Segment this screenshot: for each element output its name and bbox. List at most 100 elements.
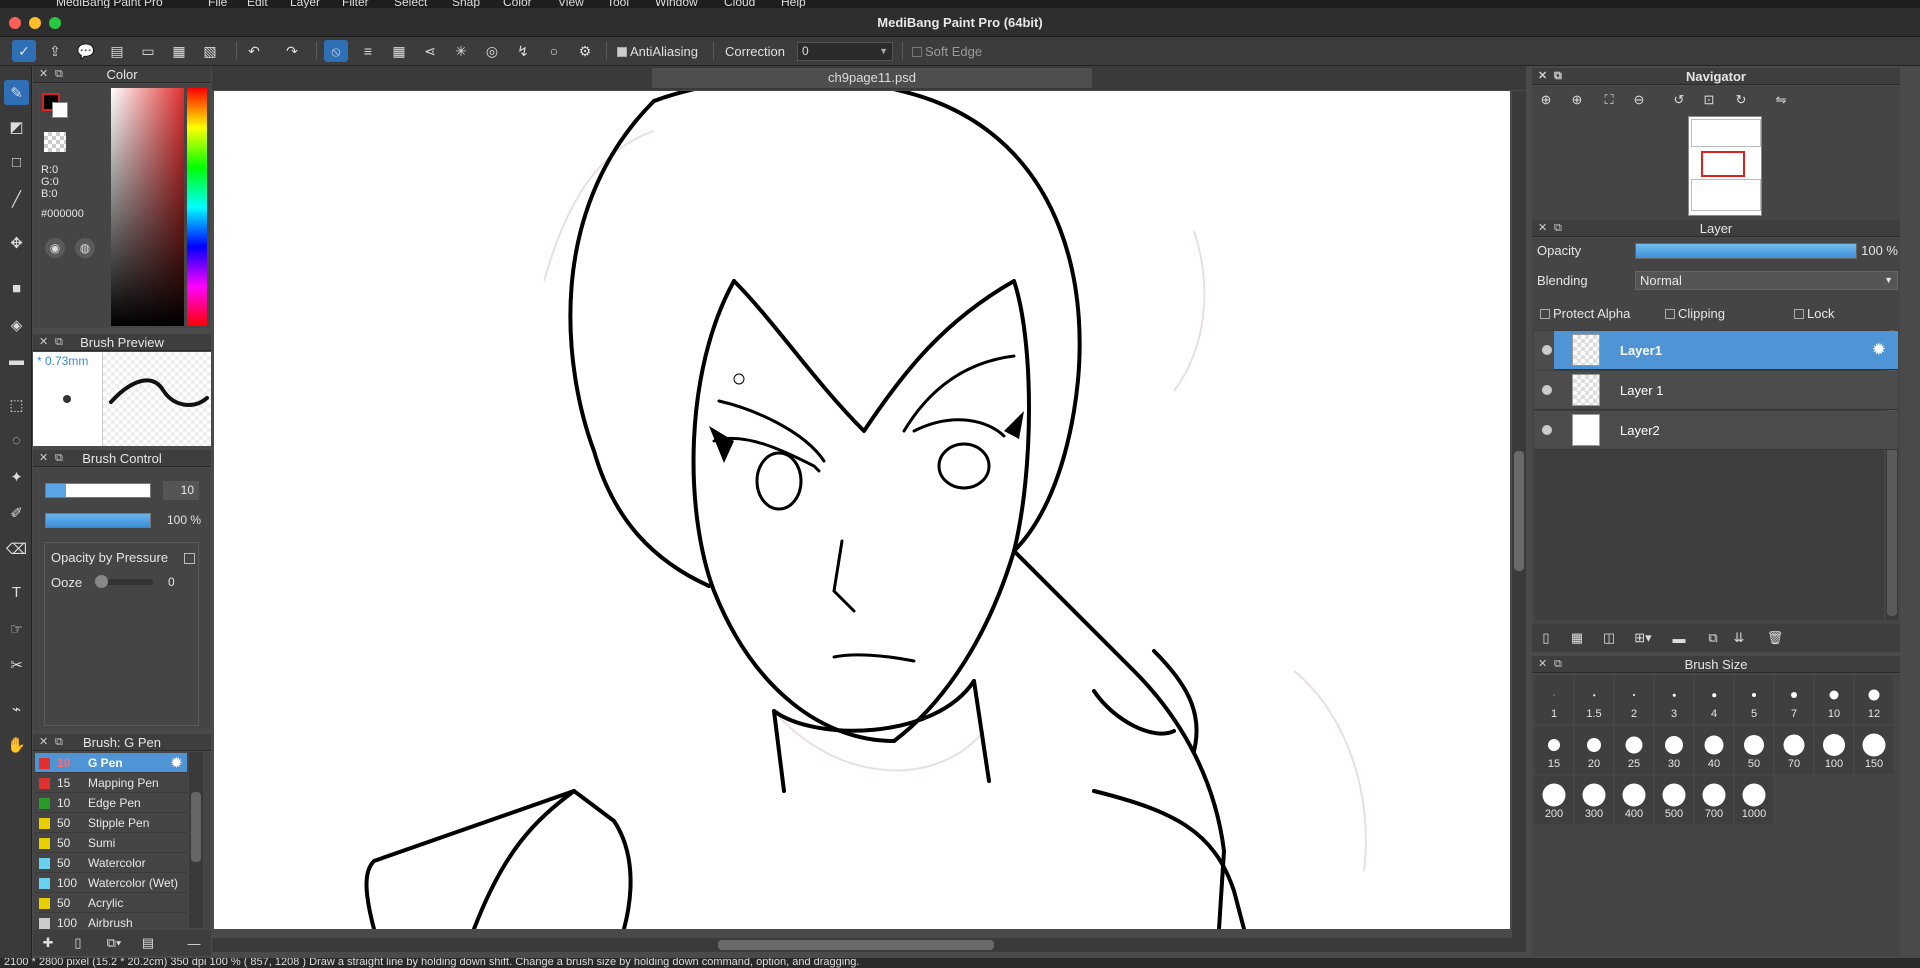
text-bubble-icon[interactable]: ▤ bbox=[105, 40, 129, 62]
concentric-snap-icon[interactable]: ◎ bbox=[480, 40, 504, 62]
menu-view[interactable]: View bbox=[558, 0, 584, 8]
menu-filter[interactable]: Filter bbox=[342, 0, 369, 8]
hue-slider[interactable] bbox=[187, 88, 207, 326]
new-halftone-layer-icon[interactable]: ▦ bbox=[1566, 627, 1588, 649]
popout-icon[interactable]: ⧉ bbox=[55, 66, 63, 83]
eyedropper-tool-icon[interactable]: ⌁ bbox=[4, 696, 29, 721]
brush-size-preset[interactable]: 30 bbox=[1655, 726, 1693, 774]
bucket-tool-icon[interactable]: ◈ bbox=[4, 312, 29, 337]
layer-row[interactable]: Layer1 ✹ bbox=[1534, 331, 1898, 370]
brush-import-icon[interactable]: ⧉▾ bbox=[99, 932, 129, 954]
duplicate-layer-icon[interactable]: ⧉ bbox=[1702, 627, 1724, 649]
brush-size-preset[interactable]: 200 bbox=[1535, 776, 1573, 824]
brush-size-preset[interactable]: 7 bbox=[1775, 676, 1813, 724]
menu-edit[interactable]: Edit bbox=[247, 0, 268, 8]
brush-size-preset[interactable]: 15 bbox=[1535, 726, 1573, 774]
brush-size-preset[interactable]: 1000 bbox=[1735, 776, 1773, 824]
brush-add-icon[interactable]: ✚ bbox=[37, 932, 59, 954]
speech-bubble-icon[interactable]: 💬 bbox=[74, 40, 98, 62]
divide-tool-icon[interactable]: ✂ bbox=[4, 652, 29, 677]
brush-size-preset[interactable]: 1.5 bbox=[1575, 676, 1613, 724]
brush-size-preset[interactable]: 100 bbox=[1815, 726, 1853, 774]
brush-size-slider[interactable] bbox=[45, 483, 151, 498]
grid-snap-icon[interactable]: ▦ bbox=[387, 40, 411, 62]
brush-size-preset[interactable]: 70 bbox=[1775, 726, 1813, 774]
layer-opacity-slider[interactable] bbox=[1635, 243, 1857, 259]
brush-size-preset[interactable]: 25 bbox=[1615, 726, 1653, 774]
gradient-tool-icon[interactable]: ▬ bbox=[4, 348, 29, 373]
brush-size-preset[interactable]: 700 bbox=[1695, 776, 1733, 824]
brush-list-item[interactable]: 100 Watercolor (Wet) bbox=[35, 873, 187, 893]
eraser-tool-icon[interactable]: ◩ bbox=[4, 114, 29, 139]
brush-list-item[interactable]: 10 Edge Pen bbox=[35, 793, 187, 813]
menu-app[interactable]: MediBang Paint Pro bbox=[56, 0, 163, 8]
visibility-icon[interactable] bbox=[1542, 425, 1552, 435]
background-color-swatch[interactable] bbox=[52, 102, 68, 118]
zoom-in-icon[interactable]: ⊕ bbox=[1535, 89, 1557, 111]
close-icon[interactable]: ✕ bbox=[1538, 220, 1547, 237]
brush-size-preset[interactable]: 50 bbox=[1735, 726, 1773, 774]
comic-frame-icon[interactable]: ▧ bbox=[198, 40, 222, 62]
close-icon[interactable]: ✕ bbox=[1538, 656, 1547, 673]
close-icon[interactable]: ✕ bbox=[39, 734, 48, 751]
brush-list-scrollbar[interactable] bbox=[189, 752, 203, 928]
brush-size-preset[interactable]: 3 bbox=[1655, 676, 1693, 724]
menu-tool[interactable]: Tool bbox=[607, 0, 629, 8]
lock-toggle[interactable]: Lock bbox=[1794, 306, 1834, 321]
menu-help[interactable]: Help bbox=[781, 0, 806, 8]
close-icon[interactable]: ✕ bbox=[39, 334, 48, 351]
move-tool-icon[interactable]: ✥ bbox=[4, 230, 29, 255]
magic-wand-tool-icon[interactable]: ✦ bbox=[4, 464, 29, 489]
menu-select[interactable]: Select bbox=[394, 0, 427, 8]
page-icon[interactable]: ▭ bbox=[136, 40, 160, 62]
brush-size-preset[interactable]: 40 bbox=[1695, 726, 1733, 774]
menu-cloud[interactable]: Cloud bbox=[724, 0, 755, 8]
close-icon[interactable]: ✕ bbox=[39, 450, 48, 467]
fill-rect-tool-icon[interactable]: ■ bbox=[4, 276, 29, 301]
perspective-snap-icon[interactable]: ⋖ bbox=[418, 40, 442, 62]
brush-size-preset[interactable]: 5 bbox=[1735, 676, 1773, 724]
popout-icon[interactable]: ⧉ bbox=[55, 334, 63, 351]
blending-select[interactable]: Normal ▼ bbox=[1635, 271, 1898, 290]
select-eraser-tool-icon[interactable]: ⌫ bbox=[4, 536, 29, 561]
undo-icon[interactable]: ↶ bbox=[242, 40, 266, 62]
canvas-vertical-scrollbar[interactable] bbox=[1512, 91, 1526, 938]
close-icon[interactable]: ✕ bbox=[1538, 68, 1547, 85]
brush-list-item[interactable]: 50 Watercolor bbox=[35, 853, 187, 873]
brush-size-preset[interactable]: 400 bbox=[1615, 776, 1653, 824]
ooze-slider[interactable] bbox=[95, 575, 153, 588]
brush-list-menu-icon[interactable]: — bbox=[183, 932, 205, 954]
menu-snap[interactable]: Snap bbox=[452, 0, 480, 8]
panel-layout-icon[interactable]: ▦ bbox=[167, 40, 191, 62]
cloud-save-icon[interactable]: ✓ bbox=[12, 40, 36, 62]
saturation-value-picker[interactable] bbox=[111, 88, 184, 326]
clipping-toggle[interactable]: Clipping bbox=[1665, 306, 1725, 321]
brush-size-preset[interactable]: 10 bbox=[1815, 676, 1853, 724]
palette-add-icon[interactable]: ◍ bbox=[75, 238, 95, 258]
menu-layer[interactable]: Layer bbox=[290, 0, 320, 8]
correction-select[interactable]: 0 ▼ bbox=[797, 42, 893, 61]
brush-size-preset[interactable]: 2 bbox=[1615, 676, 1653, 724]
menu-file[interactable]: File bbox=[208, 0, 227, 8]
curve-snap-icon[interactable]: ↯ bbox=[511, 40, 535, 62]
brush-new-page-icon[interactable]: ▯ bbox=[67, 932, 89, 954]
popout-icon[interactable]: ⧉ bbox=[1554, 68, 1562, 85]
canvas-horizontal-scrollbar[interactable] bbox=[212, 938, 1526, 952]
brush-settings-icon[interactable]: ▤ bbox=[137, 932, 159, 954]
popout-icon[interactable]: ⧉ bbox=[1554, 656, 1562, 673]
folder-icon[interactable]: ▬ bbox=[1668, 627, 1690, 649]
document-tab[interactable]: ch9page11.psd bbox=[652, 68, 1092, 88]
close-icon[interactable]: ✕ bbox=[39, 66, 48, 83]
text-tool-icon[interactable]: T bbox=[4, 580, 29, 605]
select-rect-tool-icon[interactable]: ⬚ bbox=[4, 392, 29, 417]
antialiasing-toggle[interactable]: AntiAliasing bbox=[617, 44, 698, 59]
new-8bit-layer-icon[interactable]: ◫ bbox=[1598, 627, 1620, 649]
navigator-thumbnail[interactable] bbox=[1688, 116, 1762, 216]
visibility-icon[interactable] bbox=[1542, 385, 1552, 395]
brush-tool-icon[interactable]: ✎ bbox=[4, 80, 29, 105]
brush-settings-gear-icon[interactable]: ✹ bbox=[171, 755, 182, 771]
parallel-snap-icon[interactable]: ≡ bbox=[356, 40, 380, 62]
line-tool-icon[interactable]: ╱ bbox=[4, 186, 29, 211]
brush-size-preset[interactable]: 20 bbox=[1575, 726, 1613, 774]
brush-list-item[interactable]: 10 G Pen ✹ bbox=[35, 753, 187, 773]
